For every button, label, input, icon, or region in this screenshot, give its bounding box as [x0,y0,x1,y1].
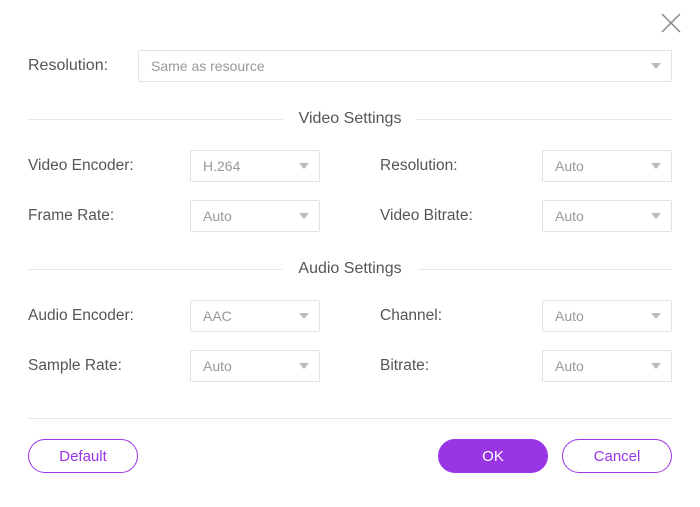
video-bitrate-row: Video Bitrate: Auto [380,200,672,232]
chevron-down-icon [651,313,661,319]
divider-line [418,269,672,270]
audio-section-title: Audio Settings [282,260,417,278]
channel-row: Channel: Auto [380,300,672,332]
audio-encoder-value: AAC [203,308,232,324]
frame-rate-value: Auto [203,208,232,224]
close-icon [660,12,682,34]
video-encoder-select[interactable]: H.264 [190,150,320,182]
chevron-down-icon [299,363,309,369]
divider-line [28,119,283,120]
chevron-down-icon [651,213,661,219]
ok-button-label: OK [482,448,504,465]
audio-bitrate-value: Auto [555,358,584,374]
top-resolution-row: Resolution: Same as resource [28,50,672,82]
sample-rate-value: Auto [203,358,232,374]
frame-rate-select[interactable]: Auto [190,200,320,232]
divider-line [417,119,672,120]
footer-divider [28,418,672,419]
ok-button[interactable]: OK [438,439,548,473]
chevron-down-icon [651,363,661,369]
divider-line [28,269,282,270]
sample-rate-row: Sample Rate: Auto [28,350,320,382]
channel-label: Channel: [380,307,442,325]
sample-rate-select[interactable]: Auto [190,350,320,382]
audio-bitrate-select[interactable]: Auto [542,350,672,382]
video-resolution-row: Resolution: Auto [380,150,672,182]
video-resolution-select[interactable]: Auto [542,150,672,182]
audio-settings-grid: Audio Encoder: AAC Channel: Auto Sample … [28,300,672,382]
video-section-header: Video Settings [28,110,672,128]
close-button[interactable] [660,12,682,34]
video-resolution-label: Resolution: [380,157,458,175]
sample-rate-label: Sample Rate: [28,357,122,375]
audio-section-header: Audio Settings [28,260,672,278]
top-resolution-select[interactable]: Same as resource [138,50,672,82]
default-button-label: Default [59,448,107,465]
audio-encoder-select[interactable]: AAC [190,300,320,332]
footer: Default OK Cancel [28,439,672,473]
cancel-button-label: Cancel [594,448,641,465]
video-encoder-value: H.264 [203,158,240,174]
channel-value: Auto [555,308,584,324]
video-encoder-label: Video Encoder: [28,157,134,175]
video-resolution-value: Auto [555,158,584,174]
video-bitrate-label: Video Bitrate: [380,207,473,225]
audio-encoder-row: Audio Encoder: AAC [28,300,320,332]
audio-bitrate-label: Bitrate: [380,357,429,375]
chevron-down-icon [299,213,309,219]
chevron-down-icon [299,313,309,319]
video-section-title: Video Settings [283,110,418,128]
audio-encoder-label: Audio Encoder: [28,307,134,325]
frame-rate-row: Frame Rate: Auto [28,200,320,232]
video-encoder-row: Video Encoder: H.264 [28,150,320,182]
video-bitrate-value: Auto [555,208,584,224]
top-resolution-label: Resolution: [28,57,138,75]
audio-bitrate-row: Bitrate: Auto [380,350,672,382]
settings-panel: Resolution: Same as resource Video Setti… [0,0,700,419]
video-bitrate-select[interactable]: Auto [542,200,672,232]
chevron-down-icon [651,163,661,169]
frame-rate-label: Frame Rate: [28,207,114,225]
chevron-down-icon [299,163,309,169]
channel-select[interactable]: Auto [542,300,672,332]
chevron-down-icon [651,63,661,69]
top-resolution-value: Same as resource [151,58,265,74]
default-button[interactable]: Default [28,439,138,473]
cancel-button[interactable]: Cancel [562,439,672,473]
video-settings-grid: Video Encoder: H.264 Resolution: Auto Fr… [28,150,672,232]
